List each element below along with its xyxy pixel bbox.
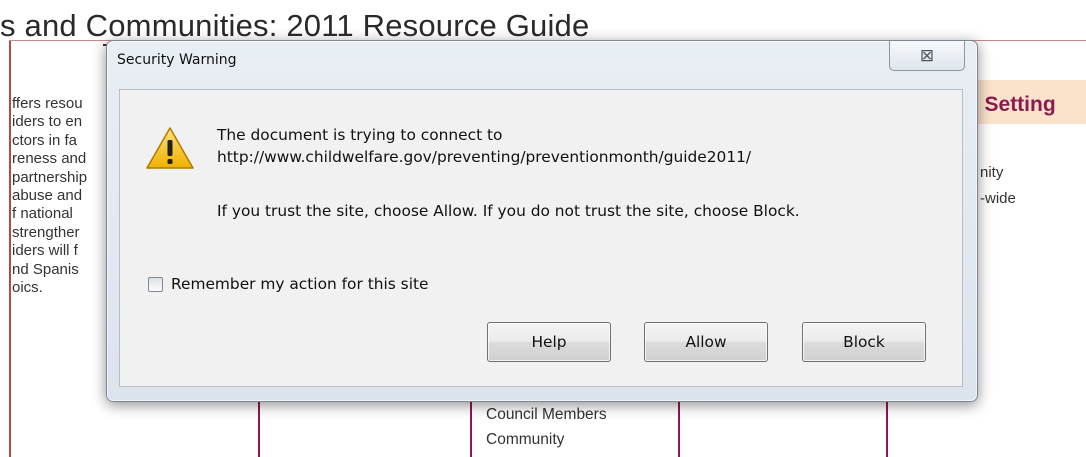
remember-checkbox[interactable] <box>148 276 163 292</box>
document-title: s and Communities: 2011 Resource Guide <box>0 8 725 46</box>
remember-option[interactable]: Remember my action for this site <box>148 275 428 293</box>
bottom-list: Council Members Community <box>486 402 607 452</box>
close-icon: ⊠ <box>919 45 935 66</box>
list-item: Community <box>486 431 565 448</box>
dialog-body: The document is trying to connect to htt… <box>119 89 963 387</box>
block-button[interactable]: Block <box>802 322 926 362</box>
warning-triangle-icon <box>146 127 194 169</box>
page-border <box>9 40 11 457</box>
document-paragraph: ffers resou iders to en ctors in fa rene… <box>12 95 88 297</box>
list-item: Council Members <box>486 406 607 423</box>
target-url: http://www.childwelfare.gov/preventing/p… <box>217 148 752 166</box>
remember-label: Remember my action for this site <box>171 275 429 293</box>
security-warning-dialog: Security Warning ⊠ The document is tryin… <box>106 40 978 402</box>
right-column-text: nity -wide <box>980 164 1016 207</box>
close-button[interactable]: ⊠ <box>889 41 965 71</box>
allow-button[interactable]: Allow <box>644 322 768 362</box>
trust-instruction: If you trust the site, choose Allow. If … <box>217 202 800 220</box>
dialog-title: Security Warning <box>117 52 237 68</box>
help-button[interactable]: Help <box>487 322 611 362</box>
warning-message: The document is trying to connect to htt… <box>217 126 752 166</box>
